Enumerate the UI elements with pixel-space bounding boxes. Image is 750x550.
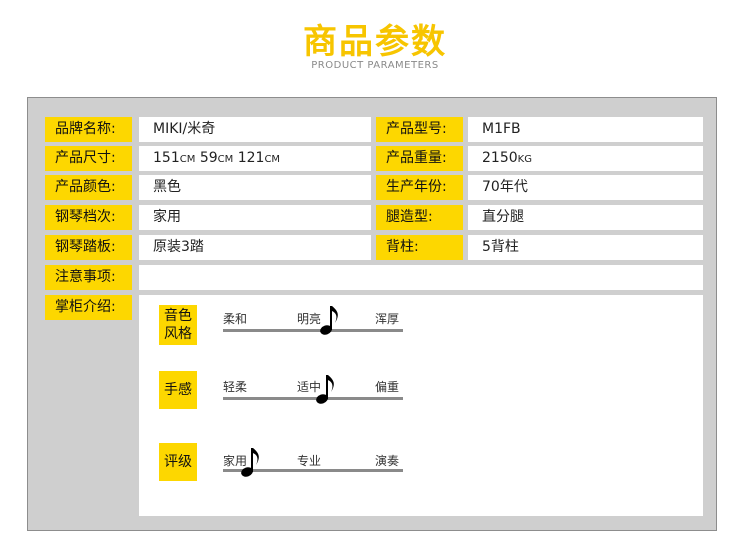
size-height: 121: [237, 150, 265, 166]
rating-tag: 评级: [159, 443, 197, 481]
rating-tag-text: 评级: [164, 454, 192, 470]
color-value: 黑色: [139, 175, 371, 200]
size-width: 59: [199, 150, 218, 166]
music-note-icon: [320, 306, 338, 335]
grade-label: 钢琴档次:: [45, 205, 132, 230]
size-unit-3: CM: [264, 154, 281, 165]
page-title: 商品参数: [303, 22, 447, 62]
music-note-icon: [241, 448, 259, 477]
notes-label: 注意事项:: [45, 265, 132, 290]
pillar-label: 背柱:: [376, 235, 463, 260]
weight-value: 2150KG: [468, 146, 703, 171]
touch-tag-text: 手感: [164, 382, 192, 398]
page-subtitle-text: Product parameters: [311, 60, 439, 71]
intro-box: 音色 风格 柔和 明亮 浑厚 手感 轻柔 适中 偏重 评级 家用 专业 演奏: [139, 295, 703, 516]
brand-label: 品牌名称:: [45, 117, 132, 142]
size-unit-2: CM: [217, 154, 234, 165]
leg-value: 直分腿: [468, 205, 703, 230]
spec-panel: 品牌名称: MIKI/米奇 产品型号: M1FB 产品尺寸: 151CM 59C…: [27, 97, 717, 531]
tone-level-soft: 柔和: [223, 312, 248, 326]
weight-number: 2150: [482, 150, 518, 166]
touch-level-light: 轻柔: [223, 380, 248, 394]
model-label: 产品型号:: [376, 117, 463, 142]
year-label: 生产年份:: [376, 175, 463, 200]
color-label: 产品颜色:: [45, 175, 132, 200]
tone-level-bright: 明亮: [297, 312, 322, 326]
tone-tag-line1: 音色: [164, 308, 192, 324]
weight-label: 产品重量:: [376, 146, 463, 171]
leg-label: 腿造型:: [376, 205, 463, 230]
page-subtitle: Product parameters: [0, 60, 750, 71]
tone-level-rich: 浑厚: [375, 312, 400, 326]
notes-value: [139, 265, 703, 290]
tone-style-tag: 音色 风格: [159, 305, 197, 345]
touch-scale-track: [223, 397, 403, 400]
model-value: M1FB: [468, 117, 703, 142]
grade-value: 家用: [139, 205, 371, 230]
year-value: 70年代: [468, 175, 703, 200]
size-unit-1: CM: [179, 154, 196, 165]
weight-unit: KG: [517, 154, 532, 165]
tone-tag-line2: 风格: [164, 326, 192, 342]
pillar-value: 5背柱: [468, 235, 703, 260]
size-value: 151CM 59CM 121CM: [139, 146, 371, 171]
tone-scale-track: [223, 329, 403, 332]
pedal-label: 钢琴踏板:: [45, 235, 132, 260]
rating-level-concert: 演奏: [375, 454, 400, 468]
pedal-value: 原装3踏: [139, 235, 371, 260]
music-note-icon: [316, 375, 334, 404]
size-length: 151: [153, 150, 180, 166]
intro-label: 掌柜介绍:: [45, 295, 132, 320]
rating-level-pro: 专业: [297, 454, 322, 468]
touch-tag: 手感: [159, 371, 197, 409]
touch-level-heavy: 偏重: [375, 380, 400, 394]
brand-value: MIKI/米奇: [139, 117, 371, 142]
size-label: 产品尺寸:: [45, 146, 132, 171]
